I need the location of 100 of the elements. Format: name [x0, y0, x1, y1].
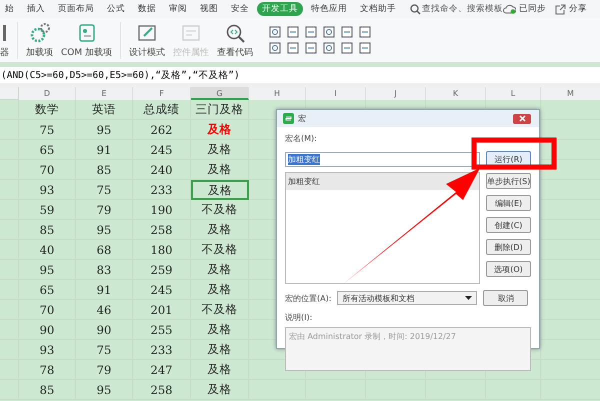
column-header[interactable]: D: [19, 87, 76, 100]
gears-icon: [28, 22, 50, 44]
table-cell: 及格: [191, 340, 249, 360]
table-cell: 233: [133, 340, 191, 360]
form-control-icon[interactable]: [269, 26, 281, 38]
field-label: 宏名(M):: [285, 133, 318, 144]
cancel-button[interactable]: 取消: [483, 290, 528, 306]
form-control-icon[interactable]: [287, 42, 299, 54]
table-cell: 91: [76, 140, 133, 160]
table-cell: 及格: [191, 380, 249, 400]
table-cell: 245: [133, 140, 191, 160]
dialog-button[interactable]: 单步执行(S): [486, 173, 531, 189]
menu-tab[interactable]: 数据: [133, 2, 161, 16]
form-control-icon[interactable]: [287, 26, 299, 38]
table-cell: 240: [133, 160, 191, 180]
table-cell: 及格: [191, 360, 249, 380]
dialog-button[interactable]: 选项(O): [486, 261, 531, 277]
table-cell: 95: [76, 220, 133, 240]
cloud-icon: [503, 4, 516, 14]
column-header[interactable]: E: [76, 87, 133, 100]
ribbon-button[interactable]: 器: [0, 22, 18, 58]
table-cell: 75: [76, 180, 133, 200]
menu-tab[interactable]: 始: [0, 2, 19, 16]
table-cell: 59: [19, 200, 76, 220]
table-cell: 65: [19, 140, 76, 160]
dialog-button[interactable]: 创建(C): [486, 217, 531, 233]
table-header-cell: 三门及格: [191, 100, 249, 120]
table-cell: 79: [76, 360, 133, 380]
form-control-icon[interactable]: [305, 26, 317, 38]
dialog-button[interactable]: 编辑(E): [486, 195, 531, 211]
form-control-icon[interactable]: [305, 42, 317, 54]
table-cell: 不及格: [191, 240, 249, 260]
table-cell: 75: [19, 120, 76, 140]
form-control-icon[interactable]: [269, 42, 281, 54]
table-cell: 85: [76, 160, 133, 180]
table-cell: 及格: [191, 260, 249, 280]
table-cell: 40: [19, 240, 76, 260]
column-header[interactable]: J: [366, 87, 426, 100]
field-label: 宏的位置(A):: [285, 292, 332, 304]
table-cell: 180: [133, 240, 191, 260]
column-header[interactable]: I: [306, 87, 366, 100]
table-cell: 及格: [191, 160, 249, 180]
table-cell: 68: [76, 240, 133, 260]
menu-tab[interactable]: 公式: [102, 2, 130, 16]
form-control-icon[interactable]: [359, 42, 371, 54]
table-cell: 95: [76, 120, 133, 140]
table-cell: 90: [76, 320, 133, 340]
column-header[interactable]: K: [426, 87, 486, 100]
table-cell: 255: [133, 320, 191, 340]
menu-tab[interactable]: 文档助手: [355, 2, 401, 16]
table-cell: 78: [19, 360, 76, 380]
close-button[interactable]: [513, 114, 531, 124]
app-icon: [283, 113, 294, 124]
share-button[interactable]: 分享: [569, 3, 587, 15]
table-cell: 70: [19, 160, 76, 180]
table-cell: 85: [19, 380, 76, 400]
table-cell: 247: [133, 360, 191, 380]
ribbon-button[interactable]: COM 加载项: [61, 22, 121, 58]
table-cell: 及格: [191, 180, 249, 200]
table-cell: 不及格: [191, 200, 249, 220]
table-cell: 83: [76, 260, 133, 280]
form-control-icon[interactable]: [341, 26, 353, 38]
macro-list-item[interactable]: 加粗变红: [286, 173, 479, 190]
table-cell: 91: [76, 280, 133, 300]
column-header[interactable]: G: [191, 87, 249, 100]
menu-tab[interactable]: 安全: [226, 2, 254, 16]
share-icon: [555, 4, 566, 14]
form-control-icon[interactable]: [341, 42, 353, 54]
table-cell: 85: [19, 220, 76, 240]
menu-tab[interactable]: 页面布局: [53, 2, 99, 16]
table-cell: 及格: [191, 280, 249, 300]
menu-tab[interactable]: 特色应用: [306, 2, 352, 16]
table-cell: 93: [19, 340, 76, 360]
column-header[interactable]: L: [486, 87, 541, 100]
table-cell: 90: [19, 320, 76, 340]
ribbon-button[interactable]: 设计模式: [129, 22, 165, 58]
search-icon: [410, 4, 421, 14]
form-control-icon[interactable]: [323, 42, 335, 54]
column-header[interactable]: M: [541, 87, 600, 100]
menu-tab[interactable]: 视图: [195, 2, 223, 16]
search-field[interactable]: 查找命令、搜索模板: [410, 3, 503, 15]
macro-name-field[interactable]: 加粗变红: [285, 152, 480, 167]
sync-status[interactable]: 已同步: [519, 3, 546, 15]
form-control-icon[interactable]: [359, 26, 371, 38]
ribbon-button[interactable]: 查看代码: [217, 22, 253, 58]
table-cell: 259: [133, 260, 191, 280]
ribbon-button[interactable]: 加载项: [26, 22, 53, 58]
menu-tab[interactable]: 审阅: [164, 2, 192, 16]
menu-tab[interactable]: 插入: [22, 2, 50, 16]
table-cell: 65: [19, 280, 76, 300]
location-dropdown[interactable]: 所有活动模板和文档: [337, 291, 478, 305]
table-cell: 262: [133, 120, 191, 140]
table-cell: 75: [76, 340, 133, 360]
table-cell: 79: [76, 200, 133, 220]
table-cell: 70: [19, 300, 76, 320]
table-header-cell: 数学: [19, 100, 76, 120]
column-header[interactable]: H: [249, 87, 306, 100]
dialog-button[interactable]: 删除(D): [486, 239, 531, 255]
form-control-icon[interactable]: [323, 26, 335, 38]
table-cell: 及格: [191, 320, 249, 340]
